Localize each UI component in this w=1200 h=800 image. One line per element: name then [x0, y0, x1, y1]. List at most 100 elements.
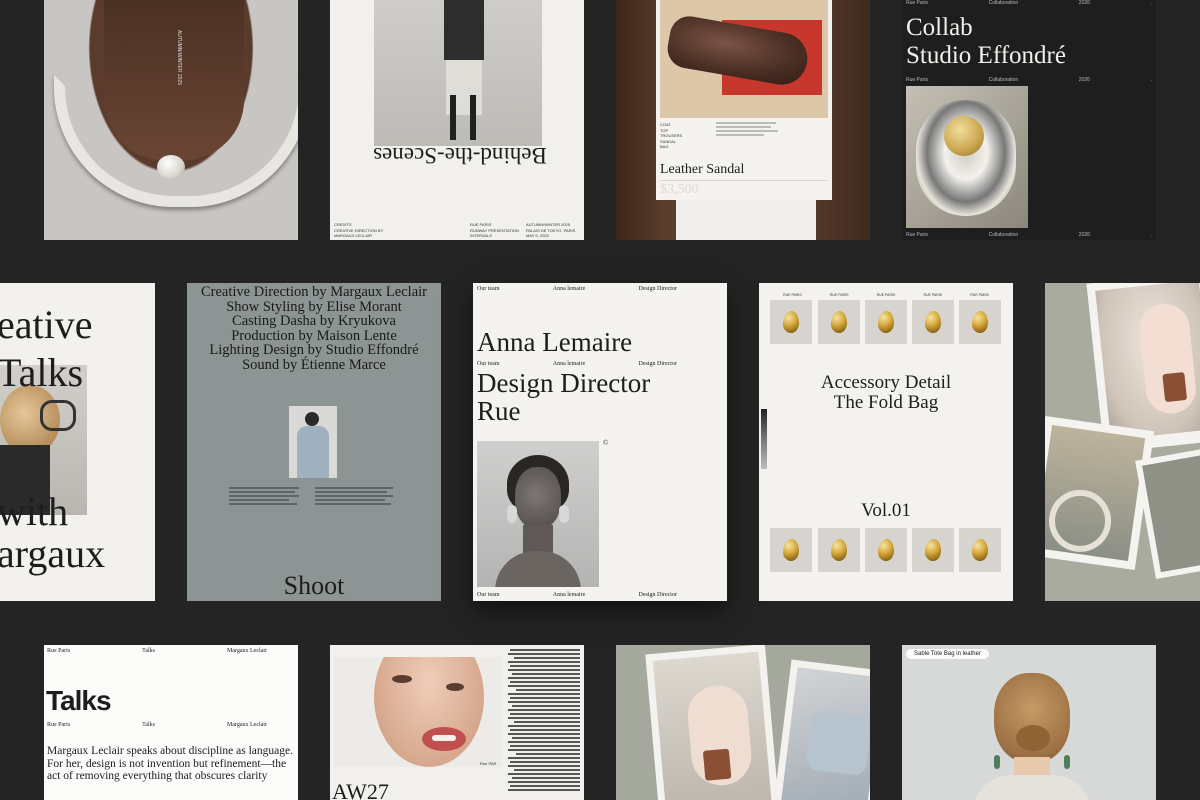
team-mid-meta: Our team Anna lemaire Design Director [477, 361, 677, 367]
talks-line-1: eative [0, 302, 93, 347]
accessory-label-3: RUE PARIS [876, 293, 896, 297]
tote-photo-2 [773, 659, 870, 800]
bag-photo-2 [1045, 416, 1155, 570]
bag-photo-3 [1135, 446, 1200, 580]
collab-title-line2: Studio Effondré [906, 42, 1066, 69]
talks-quote: Margaux Leclair speaks about discipline … [47, 745, 293, 782]
talks-meta-type: Talks [142, 648, 156, 654]
anna-portrait-photo [477, 441, 599, 587]
collab-mid-year: 2026 [1078, 77, 1090, 83]
collab-bottom-type: Collaboration [988, 232, 1019, 238]
aw27-tag: Rue PAR [480, 761, 497, 766]
credit-sound: Sound by Étienne Marce [242, 356, 386, 373]
collab-mid-meta: Rue Paris Collaboration 2026 . [906, 77, 1152, 83]
behind-the-scenes-card[interactable]: Behind-the-Scenes CREDITS CREATIVE DIREC… [330, 0, 584, 240]
bag-collage-card[interactable] [1045, 283, 1200, 601]
collab-mid-type: Collaboration [988, 77, 1019, 83]
credit-casting: Casting Dasha by Kryukova [232, 313, 396, 329]
accessory-title-line2: The Fold Bag [833, 392, 939, 413]
necklace-photo: AUTUMN/WINTER 2025 [44, 0, 298, 240]
collab-bottom-brand: Rue Paris [906, 232, 928, 238]
collab-bottom-meta: Rue Paris Collaboration 2026 . [906, 232, 1152, 238]
talks-mid-person: Margaux Leclair [226, 722, 267, 728]
necklace-card[interactable]: AUTUMN/WINTER 2025 [44, 0, 298, 240]
behind-scenes-headline: Behind-the-Scenes [373, 143, 547, 168]
collab-bottom-year: 2026 [1078, 232, 1090, 238]
team-role-line2: Rue [477, 396, 521, 426]
sandal-photo [660, 0, 828, 118]
accessory-label-5: RUE PARIS [970, 293, 989, 297]
accessory-volume: Vol.01 [861, 500, 911, 521]
creative-talks-card[interactable]: eative Talks with argaux [0, 283, 155, 601]
pearl [157, 155, 185, 179]
shoot-card[interactable]: Creative Direction by Margaux Leclair Sh… [187, 283, 441, 601]
credit-show-styling: Show Styling by Elise Morant [226, 298, 402, 315]
team-mid-name: Anna lemaire [552, 361, 586, 367]
team-member-role: Design Director [638, 286, 677, 292]
sable-tote-card[interactable]: Sable Tote Bag in leather [902, 645, 1156, 800]
talks-line-3: with [0, 489, 69, 534]
talks-line-2: Talks [0, 350, 84, 395]
talks-mid-type: Talks [142, 722, 156, 728]
team-card[interactable]: Our team Anna lemaire Design Director An… [473, 283, 727, 601]
sandal-price: $3,500 [660, 182, 699, 197]
accessory-label-4: RUE PARIS [923, 293, 943, 297]
aw27-label: AW27 [332, 779, 389, 800]
shoot-credits: Creative Direction by Margaux Leclair Sh… [187, 285, 441, 372]
collab-title-line1: Collab [906, 14, 973, 41]
accessory-card[interactable]: RUE PARIS RUE PARIS RUE PARIS RUE PARIS … [759, 283, 1013, 601]
collab-top-meta: Rue Paris Collaboration 2026 . [906, 0, 1152, 6]
team-label: Our team [477, 286, 500, 292]
aw27-card[interactable]: Rue PAR AW27 [330, 645, 584, 800]
scenes-credits: CREDITS CREATIVE DIRECTION BY MARGAUX LE… [334, 222, 402, 240]
sandal-poster: COAT TOP TROUSERS SANDAL BAG Leather San… [656, 0, 832, 200]
credit-creative-direction: Creative Direction by Margaux Leclair [200, 284, 427, 300]
face-photo [334, 657, 502, 767]
scenes-right-meta: AUTUMN/WINTER 2025 PALAIS DE TOKYO, PARI… [526, 222, 576, 239]
accessory-title: Accessory Detail The Fold Bag [759, 373, 1013, 413]
credit-lighting: Lighting Design by Studio Effondré [209, 342, 419, 358]
talks-mid-meta: Rue Paris Talks Margaux Leclair [47, 722, 267, 728]
copyright-mark: © [603, 439, 609, 447]
collab-mid-brand: Rue Paris [906, 77, 928, 83]
talks-mid-brand: Rue Paris [47, 722, 71, 728]
team-mid-role: Design Director [638, 361, 677, 367]
tote-collage-card[interactable] [616, 645, 870, 800]
color-swatch-strip [761, 409, 767, 469]
collab-meta-year: 2026 [1078, 0, 1090, 6]
sandal-title: Leather Sandal [660, 162, 745, 177]
collab-title: Collab Studio Effondré [906, 14, 1066, 70]
talks-card[interactable]: Rue Paris Talks Margaux Leclair Talks Ru… [44, 645, 298, 800]
model-photo [374, 0, 542, 146]
credit-production: Production by Maison Lente [231, 327, 397, 344]
rotated-article-text [506, 649, 580, 799]
sable-tote-label: Sable Tote Bag in leather [906, 649, 989, 659]
tote-photo-1 [645, 645, 779, 800]
talks-meta-person: Margaux Leclair [226, 648, 267, 654]
accessory-label-2: RUE PARIS [829, 293, 849, 297]
accessory-title-line1: Accessory Detail [820, 372, 952, 393]
scenes-center-meta: RUE PARIS RUNWAY PRESENTATION INTERVALS [470, 222, 519, 239]
team-member-name: Anna lemaire [552, 286, 586, 292]
accessory-label: RUE PARIS [783, 293, 802, 297]
team-member-headline: Anna Lemaire [477, 327, 633, 357]
team-bottom-role: Design Director [638, 592, 677, 598]
team-bottom-meta: Our team Anna lemaire Design Director [477, 592, 677, 598]
silver-bowl-photo [906, 86, 1028, 228]
creative-talks-headline: eative Talks [0, 301, 93, 397]
talks-meta-brand: Rue Paris [47, 648, 71, 654]
leather-sandal-card[interactable]: COAT TOP TROUSERS SANDAL BAG Leather San… [616, 0, 870, 240]
collab-meta-brand: Rue Paris [906, 0, 928, 6]
team-mid-label: Our team [477, 361, 500, 367]
collab-card[interactable]: Rue Paris Collaboration 2026 . Collab St… [902, 0, 1156, 240]
team-role-line1: Design Director [477, 368, 651, 398]
talks-line-4: argaux [0, 531, 106, 576]
team-role-headline: Design Director Rue [477, 369, 650, 425]
talks-top-meta: Rue Paris Talks Margaux Leclair [47, 648, 267, 654]
collab-meta-type: Collaboration [988, 0, 1019, 6]
sandal-specs: COAT TOP TROUSERS SANDAL BAG [660, 122, 683, 150]
woman-back-photo [962, 665, 1102, 800]
shoot-model-photo [289, 406, 337, 478]
team-top-meta: Our team Anna lemaire Design Director [477, 286, 677, 292]
creative-talks-headline-bottom: with argaux [0, 491, 105, 575]
